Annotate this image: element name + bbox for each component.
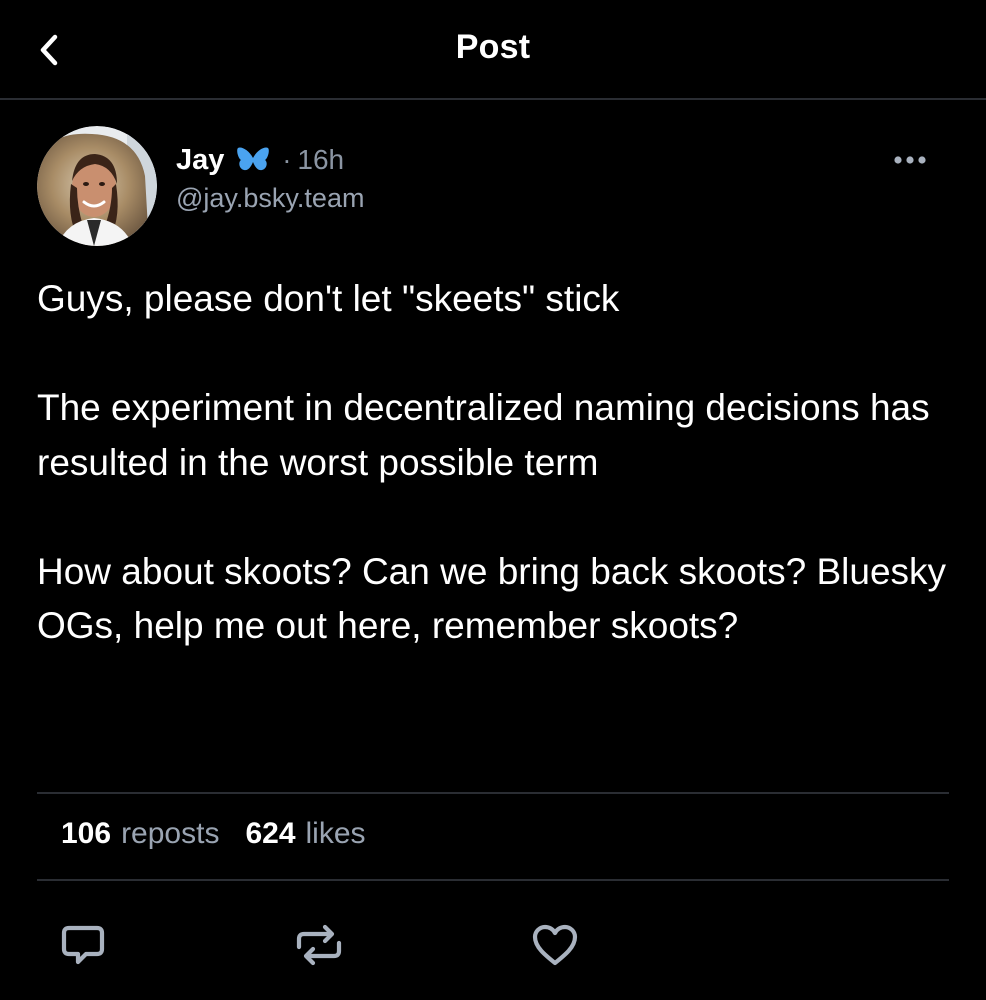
reply-button[interactable] bbox=[56, 918, 110, 972]
post-text: Guys, please don't let "skeets" stick Th… bbox=[37, 272, 947, 654]
likes-count: 624 bbox=[245, 817, 296, 850]
likes-stat[interactable]: 624 likes bbox=[245, 817, 365, 851]
reposts-stat[interactable]: 106 reposts bbox=[61, 817, 219, 851]
heart-icon bbox=[532, 924, 578, 966]
likes-label: likes bbox=[305, 817, 366, 850]
post-timestamp: 16h bbox=[297, 144, 345, 175]
page-title: Post bbox=[455, 28, 531, 66]
post-paragraph: The experiment in decentralized naming d… bbox=[37, 387, 930, 483]
reply-bubble-icon bbox=[61, 925, 105, 965]
repost-button[interactable] bbox=[292, 918, 346, 972]
divider bbox=[37, 879, 949, 881]
author-handle[interactable]: @jay.bsky.team bbox=[176, 183, 364, 214]
post-paragraph: Guys, please don't let "skeets" stick bbox=[37, 278, 620, 319]
top-bar: Post bbox=[0, 0, 986, 100]
engagement-stats: 106 reposts 624 likes bbox=[61, 817, 366, 857]
reposts-count: 106 bbox=[61, 817, 112, 850]
ellipsis-icon bbox=[894, 156, 926, 164]
like-button[interactable] bbox=[528, 918, 582, 972]
author-line: Jay · 16h bbox=[176, 140, 344, 180]
avatar[interactable] bbox=[37, 126, 157, 246]
avatar-image bbox=[37, 126, 157, 246]
separator-dot: · bbox=[282, 144, 292, 175]
reposts-label: reposts bbox=[121, 817, 220, 850]
author-display-name[interactable]: Jay bbox=[176, 144, 224, 177]
divider bbox=[37, 792, 949, 794]
post-paragraph: How about skoots? Can we bring back skoo… bbox=[37, 550, 947, 647]
butterfly-icon bbox=[236, 145, 270, 175]
repost-icon bbox=[296, 924, 342, 966]
more-options-button[interactable] bbox=[888, 146, 932, 174]
